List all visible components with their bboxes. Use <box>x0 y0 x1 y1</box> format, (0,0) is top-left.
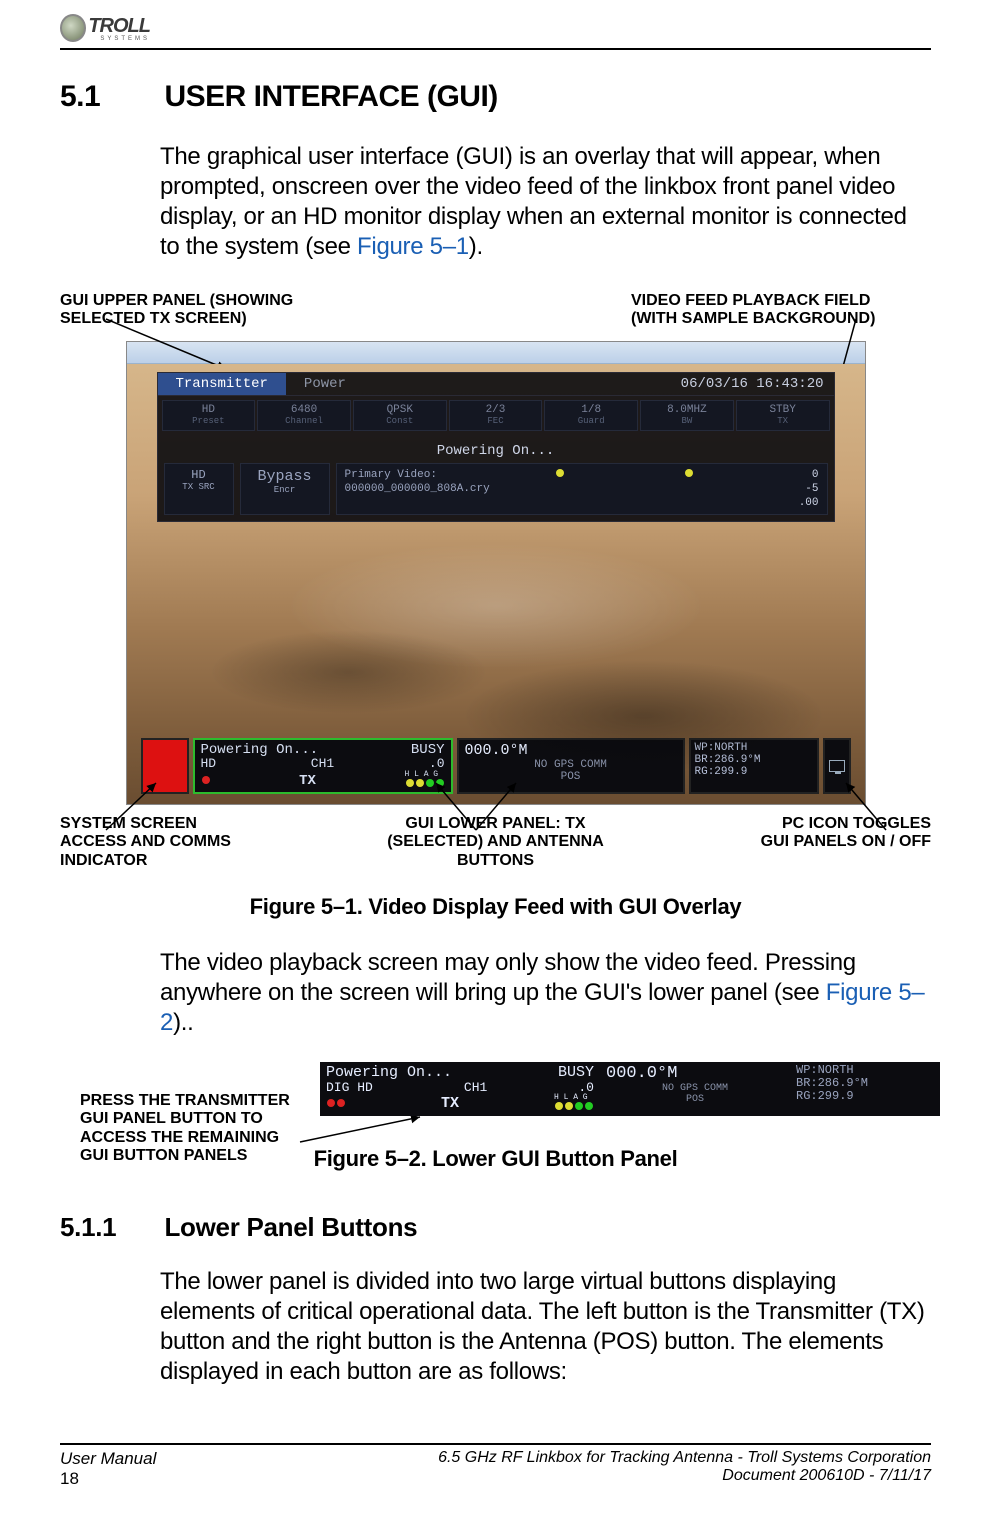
logo-icon <box>60 14 86 42</box>
tab-transmitter[interactable]: Transmitter <box>158 373 286 395</box>
video-info-box: Primary Video:0 000000_000000_808A.cry-5… <box>336 463 828 515</box>
cell-guard[interactable]: 1/8Guard <box>544 400 638 431</box>
section-number: 5.1 <box>60 80 160 114</box>
intro-text-b: ). <box>469 233 483 260</box>
tx-button-fig2[interactable]: Powering On...BUSY DIG HDCH1.0 TX H L A … <box>320 1062 600 1116</box>
footer-left-1: User Manual <box>60 1449 156 1469</box>
figure-ref-5-1: Figure 5–1 <box>357 233 469 260</box>
intro-text-a: The graphical user interface (GUI) is an… <box>160 143 907 260</box>
section-title: USER INTERFACE (GUI) <box>164 80 497 114</box>
cell-fec[interactable]: 2/3FEC <box>449 400 543 431</box>
subsection-number: 5.1.1 <box>60 1212 160 1243</box>
page-footer: User Manual 18 6.5 GHz RF Linkbox for Tr… <box>60 1443 931 1489</box>
header-logo: TROLL SYSTEMS <box>60 10 931 46</box>
callout-press-tx: PRESS THE TRANSMITTER GUI PANEL BUTTON T… <box>80 1092 310 1166</box>
figure-5-1-caption: Figure 5–1. Video Display Feed with GUI … <box>60 894 931 920</box>
tx-src-box[interactable]: HD TX SRC <box>164 463 234 515</box>
footer-right-1: 6.5 GHz RF Linkbox for Tracking Antenna … <box>438 1449 931 1467</box>
arrow-press-tx <box>300 1112 440 1152</box>
figure-5-1: Transmitter Power 06/03/16 16:43:20 HDPr… <box>126 341 866 805</box>
encr-box[interactable]: Bypass Encr <box>240 463 330 515</box>
footer-right-2: Document 200610D - 7/11/17 <box>438 1467 931 1485</box>
subsection-title: Lower Panel Buttons <box>164 1212 417 1243</box>
pos-button-fig2[interactable]: 000.0°M NO GPS COMM POS <box>600 1062 790 1116</box>
cell-bw[interactable]: 8.0MHZBW <box>640 400 734 431</box>
subsection-body: The lower panel is divided into two larg… <box>160 1267 931 1387</box>
status-powering-on: Powering On... <box>158 439 834 463</box>
tab-power[interactable]: Power <box>286 373 364 395</box>
cell-channel[interactable]: 6480Channel <box>257 400 351 431</box>
arrow-lower-panel <box>386 775 566 835</box>
arrow-system-screen <box>96 775 216 835</box>
timestamp: 06/03/16 16:43:20 <box>671 373 834 395</box>
cell-tx[interactable]: STBYTX <box>736 400 830 431</box>
figure-5-2: Powering On...BUSY DIG HDCH1.0 TX H L A … <box>320 1062 940 1116</box>
logo-text: TROLL <box>88 15 150 38</box>
pos-readout-fig2: WP:NORTH BR:286.9°M RG:299.9 <box>790 1062 940 1116</box>
cell-preset[interactable]: HDPreset <box>162 400 256 431</box>
intro-paragraph: The graphical user interface (GUI) is an… <box>160 142 931 262</box>
cell-const[interactable]: QPSKConst <box>353 400 447 431</box>
gui-upper-panel: Transmitter Power 06/03/16 16:43:20 HDPr… <box>157 372 835 522</box>
header-rule <box>60 48 931 50</box>
video-playback-area[interactable]: Transmitter Power 06/03/16 16:43:20 HDPr… <box>127 364 865 804</box>
monitor-icon <box>829 760 845 772</box>
arrow-pc-icon <box>776 775 896 835</box>
para-2: The video playback screen may only show … <box>160 948 931 1038</box>
footer-page-number: 18 <box>60 1469 156 1489</box>
